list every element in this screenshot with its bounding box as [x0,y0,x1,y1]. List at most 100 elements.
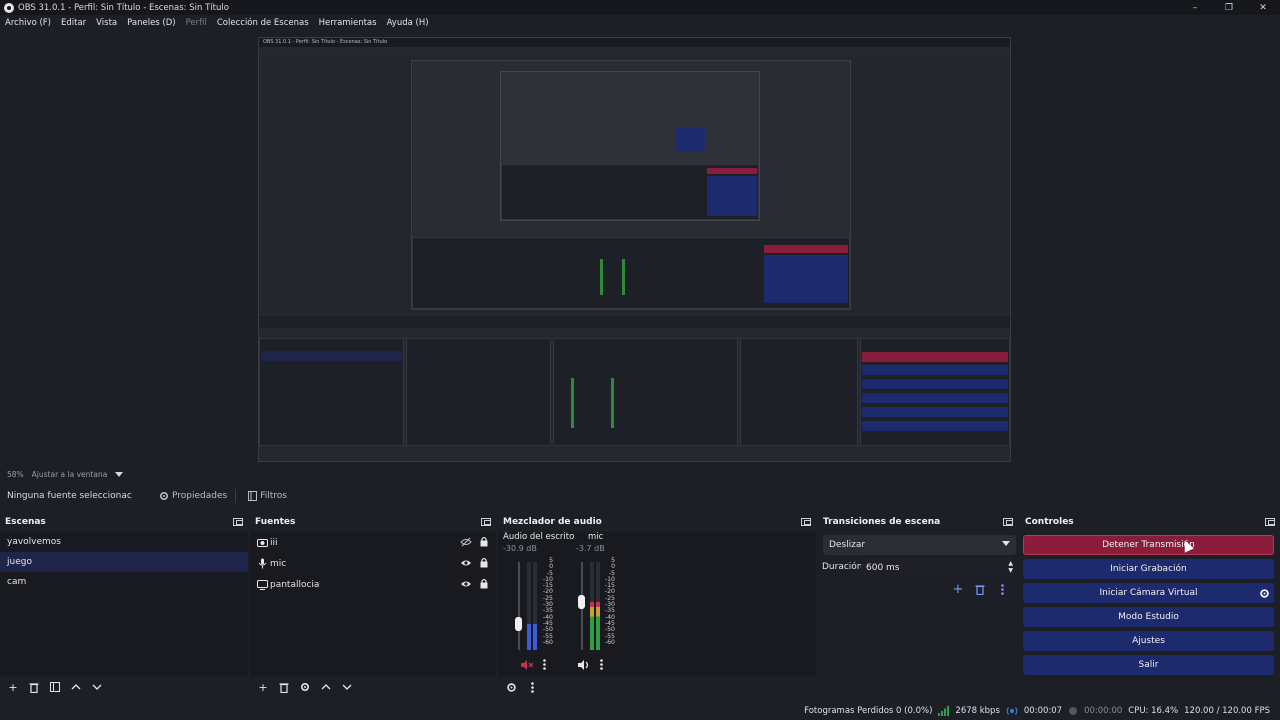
transitions-title: Transiciones de escena [823,517,941,527]
move-up-icon[interactable] [68,679,84,695]
properties-button[interactable]: Propiedades [155,489,231,503]
nested-deep-stop-button [707,168,757,174]
window-title: OBS 31.0.1 - Perfil: Sin Título - Escena… [18,2,229,13]
chevron-down-icon [342,684,352,690]
remove-scene-icon[interactable] [26,679,42,695]
undock-icon[interactable] [1265,518,1275,526]
spin-arrows-icon[interactable]: ▲ ▼ [1008,560,1013,574]
menu-editar[interactable]: Editar [56,18,91,28]
remove-source-icon[interactable] [276,679,292,695]
muted-speaker-icon[interactable] [521,659,533,670]
trash-icon [975,584,985,595]
source-item-pantallocia[interactable]: pantallocia [250,574,496,595]
channel-db: -30.9 dB [503,544,537,553]
move-down-icon[interactable] [339,679,355,695]
settings-button[interactable]: Ajustes [1023,631,1274,651]
audio-mixer-dock: Mezclador de audio Audio del escrito -30… [498,514,816,698]
source-properties-icon[interactable] [297,679,313,695]
undock-icon[interactable] [801,518,811,526]
menu-ayuda[interactable]: Ayuda (H) [382,18,434,28]
move-down-icon[interactable] [89,679,105,695]
preview-area[interactable]: OBS 31.0.1 - Perfil: Sin Título - Escena… [0,31,1280,467]
fps: 120.00 / 120.00 FPS [1184,706,1270,716]
move-up-icon[interactable] [318,679,334,695]
scene-transitions-dock: Transiciones de escena Deslizar Duración… [818,514,1018,698]
window-controls: – ❐ ✕ [1178,0,1280,15]
source-label: pantallocia [270,579,320,590]
duration-spinbox[interactable]: 600 ms ▲ ▼ [861,558,1016,578]
nested-stop-stream [862,352,1008,362]
volume-slider-handle[interactable] [515,616,522,631]
start-virtual-camera-button[interactable]: Iniciar Cámara Virtual [1023,583,1274,603]
trash-icon [29,682,39,693]
mixer-channel-mic: mic -3.7 dB 5 0 -5 -10 -15 -20 -25 -30 -35 -40 -45… [576,532,646,672]
zoom-dropdown-icon[interactable] [115,471,124,478]
chevron-up-icon [71,684,81,690]
source-item-mic[interactable]: mic [250,553,496,574]
duration-value: 600 ms [866,563,900,573]
lock-icon[interactable] [480,536,488,547]
lock-icon[interactable] [480,557,488,568]
more-options-icon [1000,583,1004,595]
virtual-camera-settings-button[interactable] [1256,583,1273,603]
start-recording-button[interactable]: Iniciar Grabación [1023,559,1274,579]
nested-studio [862,393,1008,403]
record-icon [1069,707,1078,715]
remove-transition-icon[interactable] [972,581,988,597]
undock-icon[interactable] [481,518,491,526]
fit-window-label[interactable]: Ajustar a la ventana [32,470,108,479]
filters-button[interactable]: Filtros [244,489,291,503]
close-button[interactable]: ✕ [1246,0,1280,15]
more-options-icon[interactable] [543,659,546,670]
stop-streaming-button[interactable]: Detener Transmisión [1023,535,1274,555]
menu-perfil: Perfil [185,18,207,28]
menu-vista[interactable]: Vista [91,18,122,28]
eye-hidden-icon[interactable] [460,537,472,547]
studio-mode-button[interactable]: Modo Estudio [1023,607,1274,627]
menu-herramientas[interactable]: Herramientas [314,18,382,28]
undock-icon[interactable] [1003,518,1013,526]
source-toolbar: Ninguna fuente seleccionac Propiedades F… [0,484,1280,508]
scene-item-juego[interactable]: juego [0,552,248,572]
scene-filters-icon[interactable] [47,679,63,695]
speaker-icon[interactable] [578,659,590,670]
gear-icon [159,491,169,501]
add-scene-icon[interactable]: + [5,679,21,695]
more-options-icon[interactable] [600,659,603,670]
scene-item-cam[interactable]: cam [0,572,248,592]
channel-controls [521,659,546,670]
transition-buttons: + [950,581,1010,597]
controls-title: Controles [1025,517,1074,527]
preview-zoom-bar: 58% Ajustar a la ventana [7,470,124,479]
menu-coleccion-escenas[interactable]: Colección de Escenas [212,18,314,28]
level-meter [533,562,537,650]
undock-icon[interactable] [233,518,243,526]
eye-icon[interactable] [460,558,472,568]
scene-item-yavolvemos[interactable]: yavolvemos [0,532,248,552]
nested-meter-2 [622,259,625,295]
title-bar: OBS 31.0.1 - Perfil: Sin Título - Escena… [0,0,1280,15]
eye-icon[interactable] [460,579,472,589]
advanced-audio-icon[interactable] [503,679,519,695]
mixer-channel-desktop: Audio del escrito -30.9 dB 5 0 -5 -10 -15 -20… [503,532,574,672]
source-item-iii[interactable]: iii [250,532,496,553]
transition-select[interactable]: Deslizar [823,535,1016,555]
add-transition-icon[interactable]: + [950,581,966,597]
exit-button[interactable]: Salir [1023,655,1274,675]
volume-slider[interactable] [518,562,520,650]
maximize-button[interactable]: ❐ [1212,0,1246,15]
nested-obs-capture-deep [500,71,760,221]
mixer-menu-icon[interactable] [524,679,540,695]
nested-mixer-dock [553,338,738,446]
minimize-button[interactable]: – [1178,0,1212,15]
add-source-icon[interactable]: + [255,679,271,695]
menu-paneles[interactable]: Paneles (D) [122,18,180,28]
nested-mixer-meter-2 [611,378,614,428]
volume-slider-handle[interactable] [578,594,585,609]
preview-canvas[interactable]: OBS 31.0.1 - Perfil: Sin Título - Escena… [258,37,1011,462]
transition-properties-icon[interactable] [994,581,1010,597]
menu-archivo[interactable]: Archivo (F) [0,18,56,28]
obs-logo-icon [4,2,14,13]
lock-icon[interactable] [480,578,488,589]
nested-controls [764,255,848,303]
